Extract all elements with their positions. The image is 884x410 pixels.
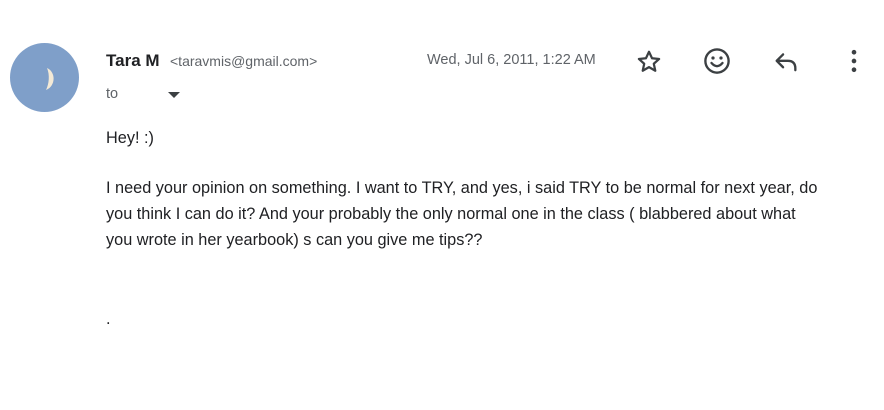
- caret-down-icon: [168, 92, 180, 98]
- reply-button[interactable]: [766, 42, 806, 82]
- message-line: you think I can do it? And your probably…: [106, 205, 796, 223]
- emoji-reaction-button[interactable]: [697, 41, 737, 81]
- message-line: I need your opinion on something. I want…: [106, 179, 818, 197]
- moon-icon: [46, 68, 54, 90]
- avatar[interactable]: [10, 43, 79, 112]
- message-closing: .: [106, 310, 111, 328]
- emoji-icon: [704, 48, 730, 74]
- more-vert-icon: [851, 49, 857, 73]
- message-greeting: Hey! :): [106, 129, 154, 147]
- message-line: you wrote in her yearbook) s can you giv…: [106, 231, 483, 249]
- message-body: I need your opinion on something. I want…: [106, 175, 874, 253]
- recipient-label: to: [106, 86, 119, 102]
- star-icon: [637, 50, 661, 72]
- sender-name: Tara M: [106, 51, 160, 70]
- sender-email: <taravmis@gmail.com>: [170, 53, 318, 69]
- more-options-button[interactable]: [834, 41, 874, 81]
- reply-icon: [775, 53, 797, 72]
- timestamp: Wed, Jul 6, 2011, 1:22 AM: [427, 52, 596, 68]
- recipient-details-dropdown[interactable]: [160, 84, 188, 106]
- star-button[interactable]: [629, 42, 669, 82]
